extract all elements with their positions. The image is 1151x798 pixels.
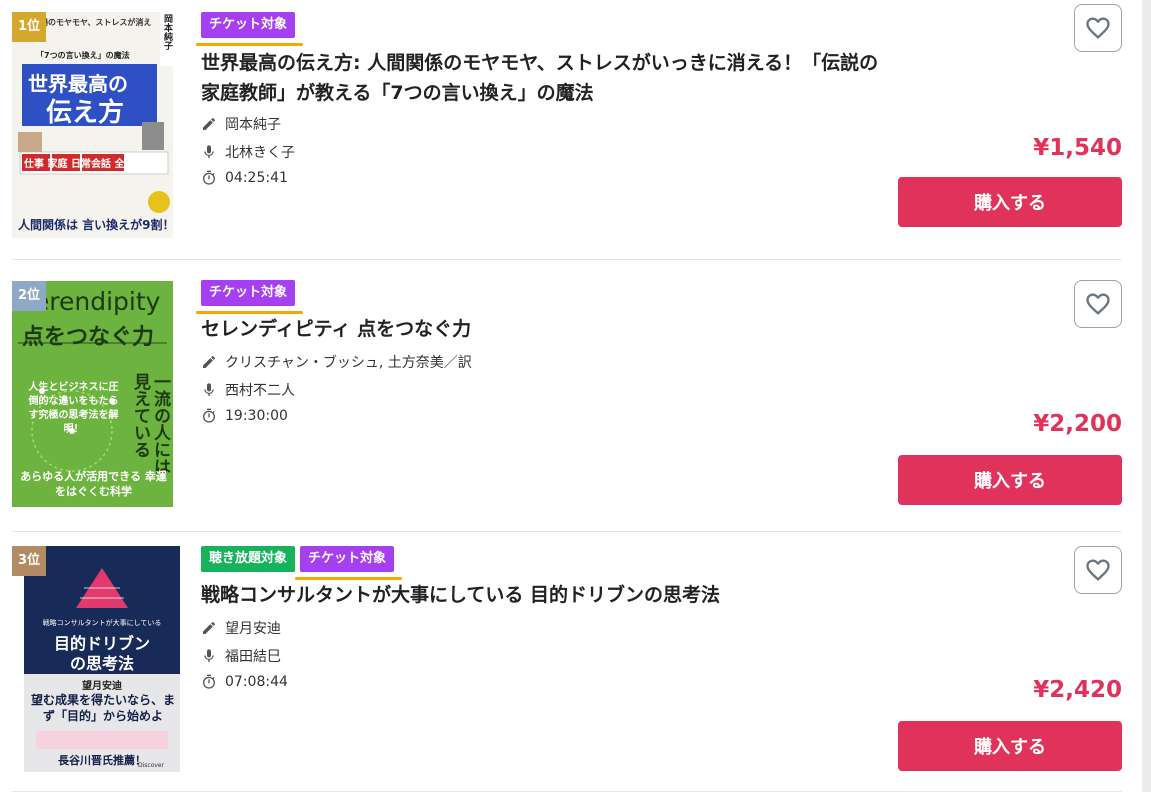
narrator-name[interactable]: 福田結巳 [225,646,281,666]
buy-button[interactable]: 購入する [898,721,1122,771]
microphone-icon [204,145,214,158]
badge-underline [196,43,304,46]
badge-list: 聴き放題対象 チケット対象 [201,546,403,580]
cover-bottom: あらゆる人が活用できる 幸運をはぐくむ科学 [20,470,167,498]
pencil-icon [203,355,216,368]
book-cover-1[interactable]: 1位 職場のモヤモヤ、ストレスが消える！ 「7つの言い換え」の魔法 世界最高の … [12,12,173,238]
price: ¥2,420 [1033,677,1122,703]
favorite-button[interactable] [1074,280,1122,328]
buy-button[interactable]: 購入する [898,177,1122,227]
cover-main: 望む成果を得たいなら、まず「目的」から始めよ [30,693,175,723]
pencil-icon [203,621,216,634]
ranking-item-2: 2位 Serendipity 点をつなぐ力 一流の人には見えている 人生とビジネ… [12,266,1122,532]
cover-vertical: 一流の人には見えている [130,373,170,475]
cover-top-text: 職場のモヤモヤ、ストレスが消える！ [32,18,152,37]
narrator-row: 北林きく子 [201,142,295,162]
rank-badge: 2位 [12,281,46,311]
price: ¥1,540 [1033,135,1122,161]
author-row: 岡本純子 [201,114,281,134]
heart-icon [1086,559,1110,581]
duration-value: 07:08:44 [225,674,288,690]
book-title[interactable]: 世界最高の伝え方: 人間関係のモヤモヤ、ストレスがいっきに消える！「伝説の家庭教… [201,48,891,108]
cover-mid: 人生とビジネスに圧倒的な違いをもたらす究極の思考法を解明！ [28,382,119,435]
buy-button[interactable]: 購入する [898,455,1122,505]
duration-row: 19:30:00 [201,408,288,424]
favorite-button[interactable] [1074,4,1122,52]
cover-title-line2: の思考法 [69,654,134,673]
duration-value: 04:25:41 [225,170,288,186]
author-name[interactable]: 望月安迪 [225,618,281,638]
book-title[interactable]: セレンディピティ 点をつなぐ力 [201,314,891,344]
item-divider [12,259,1122,260]
ticket-badge: チケット対象 [295,546,403,580]
badge-list: チケット対象 [196,12,304,46]
duration-value: 19:30:00 [225,408,288,424]
cover-small: 戦略コンサルタントが大事にしている [42,619,162,627]
heart-icon [1086,17,1110,39]
narrator-name[interactable]: 北林きく子 [225,142,295,162]
cover-bottom: 人間関係は 言い換えが9割！ [18,218,173,232]
cover-author: 岡本純子 [162,14,172,50]
book-cover-3[interactable]: 戦略コンサルタントが大事にしている 目的ドリブン の思考法 望月安迪 望む成果を… [24,546,180,772]
cover-title-line2: 伝え方 [46,98,125,128]
duration-row: 07:08:44 [201,674,288,690]
price: ¥2,200 [1033,411,1122,437]
narrator-name[interactable]: 西村不二人 [225,380,295,400]
ranking-item-3: 戦略コンサルタントが大事にしている 目的ドリブン の思考法 望月安迪 望む成果を… [12,532,1122,798]
rank-badge: 1位 [12,12,46,42]
pencil-icon [203,117,216,130]
narrator-row: 西村不二人 [201,380,295,400]
cover-publisher: Discover [138,762,165,769]
timer-icon [203,674,215,689]
author-name[interactable]: クリスチャン・ブッシュ, 土方奈美／訳 [225,352,472,372]
heart-icon [1086,293,1110,315]
microphone-icon [204,649,214,662]
cover-author: 望月安迪 [82,681,122,692]
timer-icon [203,170,215,185]
listen-badge: 聴き放題対象 [201,546,296,572]
duration-row: 04:25:41 [201,170,288,186]
cover-subtitle: 「7つの言い換え」の魔法 [36,51,130,60]
ranking-item-1: 1位 職場のモヤモヤ、ストレスが消える！ 「7つの言い換え」の魔法 世界最高の … [12,0,1122,266]
book-title[interactable]: 戦略コンサルタントが大事にしている 目的ドリブンの思考法 [201,580,891,610]
author-row: クリスチャン・ブッシュ, 土方奈美／訳 [201,352,472,372]
rank-badge: 3位 [12,546,46,576]
cover-tagline: 仕事 家庭 日常会話 全部使える！ [24,159,173,170]
microphone-icon [204,383,214,396]
cover-title-ja: 点をつなぐ力 [22,325,155,350]
author-row: 望月安迪 [201,618,281,638]
timer-icon [203,408,215,423]
narrator-row: 福田結巳 [201,646,281,666]
favorite-button[interactable] [1074,546,1122,594]
page-scrollbar[interactable] [1142,0,1151,792]
author-name[interactable]: 岡本純子 [225,114,281,134]
badge-list: チケット対象 [196,280,304,314]
ticket-badge: チケット対象 [196,12,304,46]
ticket-badge: チケット対象 [196,280,304,314]
book-cover-2[interactable]: 2位 Serendipity 点をつなぐ力 一流の人には見えている 人生とビジネ… [12,281,173,507]
